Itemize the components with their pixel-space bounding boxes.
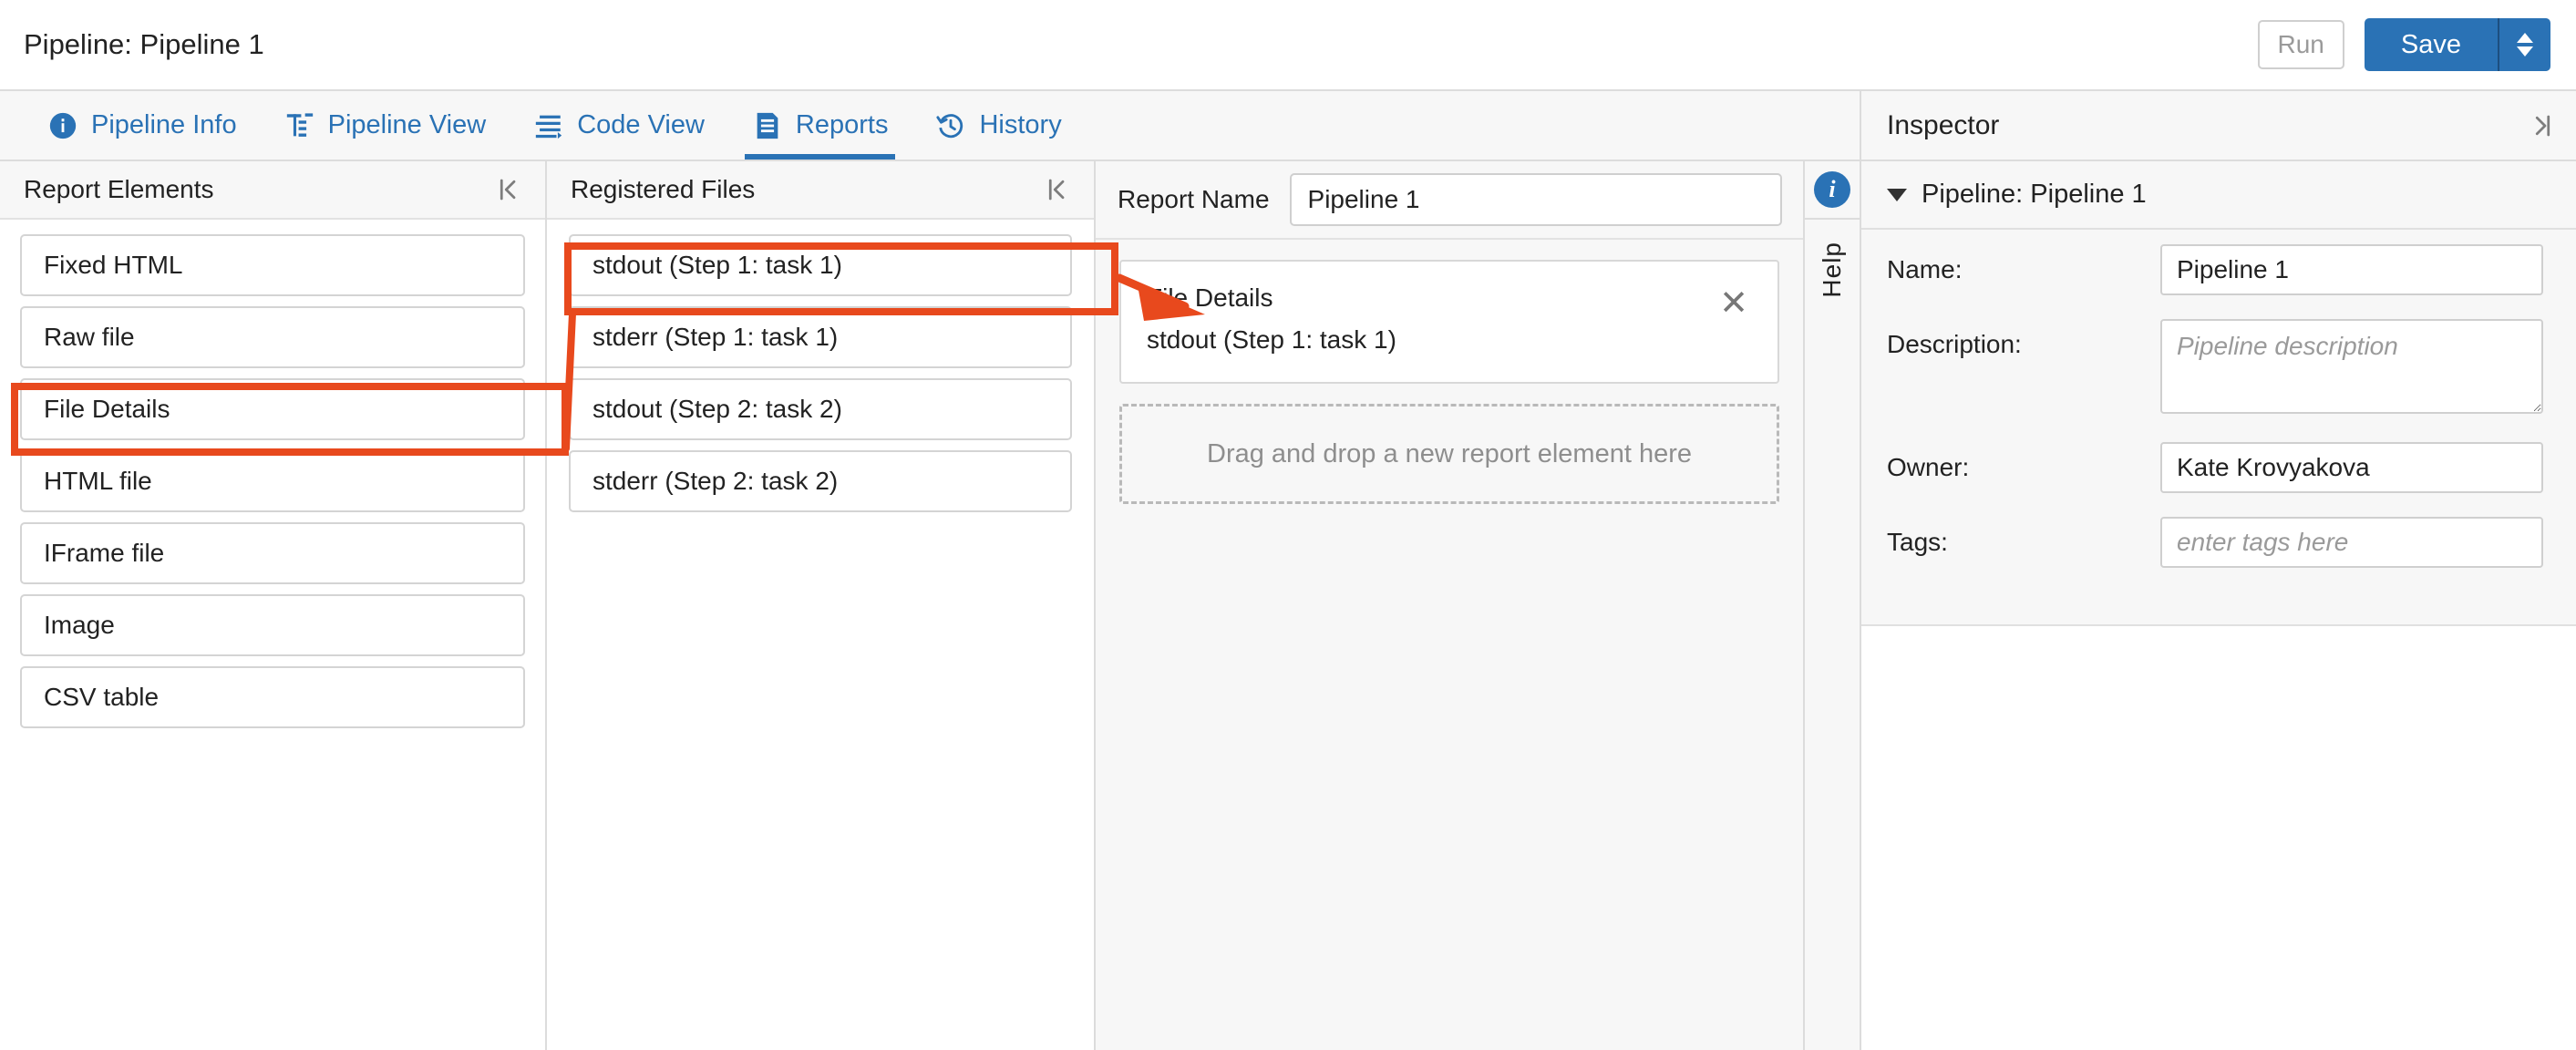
inspector-field-tags: Tags: [1887, 517, 2543, 568]
save-button-group: Save [2364, 18, 2550, 71]
registered-files-header: Registered Files [547, 161, 1094, 220]
field-control [2160, 319, 2543, 418]
code-lines-icon [533, 110, 564, 141]
tab-list: Pipeline Info Pipeline View Code View Re… [0, 91, 1860, 160]
report-canvas: File Details stdout (Step 1: task 1) ✕ D… [1096, 240, 1803, 1050]
report-element-file-details[interactable]: File Details [20, 378, 525, 440]
registered-file-stdout-step2[interactable]: stdout (Step 2: task 2) [569, 378, 1072, 440]
registered-files-title: Registered Files [571, 175, 756, 203]
inspector-section-toggle[interactable]: Pipeline: Pipeline 1 [1861, 161, 2576, 228]
report-card-title: File Details [1147, 283, 1273, 312]
registered-files-list: stdout (Step 1: task 1) stderr (Step 1: … [547, 220, 1094, 512]
inspector-panel: Pipeline: Pipeline 1 Name: Description: [1860, 161, 2576, 1050]
tab-label: History [979, 110, 1062, 139]
run-button[interactable]: Run [2257, 20, 2344, 69]
inspector-panel-header: Inspector [1860, 91, 2576, 160]
report-element-html-file[interactable]: HTML file [20, 450, 525, 512]
report-name-bar: Report Name [1096, 161, 1803, 240]
clock-history-icon [935, 110, 966, 141]
report-panel: Report Name File Details stdout (Step 1:… [1096, 161, 1803, 1050]
tab-history[interactable]: History [912, 91, 1085, 160]
report-elements-list: Fixed HTML Raw file File Details HTML fi… [0, 220, 545, 728]
field-label: Tags: [1887, 528, 1948, 556]
info-circle-icon [47, 110, 78, 141]
pipeline-tree-icon [284, 110, 315, 141]
tab-reports[interactable]: Reports [728, 91, 912, 160]
field-label: Owner: [1887, 453, 1970, 481]
save-button[interactable]: Save [2364, 18, 2498, 71]
inspector-section-title: Pipeline: Pipeline 1 [1922, 180, 2147, 209]
tab-label: Pipeline Info [91, 110, 237, 139]
report-card-subtitle: stdout (Step 1: task 1) [1147, 325, 1396, 354]
chevron-down-icon [1887, 188, 1907, 201]
report-element-fixed-html[interactable]: Fixed HTML [20, 234, 525, 296]
title-bar-actions: Run Save [2257, 18, 2550, 71]
field-control [2160, 244, 2543, 295]
tab-label: Pipeline View [327, 110, 487, 139]
report-card-file-details[interactable]: File Details stdout (Step 1: task 1) ✕ [1119, 260, 1779, 384]
help-info-button[interactable]: i [1804, 161, 1860, 220]
registered-file-stderr-step2[interactable]: stderr (Step 2: task 2) [569, 450, 1072, 512]
report-element-iframe-file[interactable]: IFrame file [20, 522, 525, 584]
description-textarea[interactable] [2160, 319, 2543, 414]
report-element-csv-table[interactable]: CSV table [20, 666, 525, 728]
tab-code-view[interactable]: Code View [510, 91, 728, 160]
inspector-section: Pipeline: Pipeline 1 [1861, 161, 2576, 230]
registered-files-panel: Registered Files stdout (Step 1: task 1)… [547, 161, 1096, 1050]
registered-file-stderr-step1[interactable]: stderr (Step 1: task 1) [569, 306, 1072, 368]
registered-file-stdout-step1[interactable]: stdout (Step 1: task 1) [569, 234, 1072, 296]
report-name-label: Report Name [1118, 185, 1270, 213]
owner-input[interactable] [2160, 442, 2543, 493]
inspector-fields: Name: Description: Owner: [1861, 230, 2576, 626]
help-tab[interactable]: Help [1818, 242, 1847, 298]
help-rail: i Help [1803, 161, 1860, 1050]
name-input[interactable] [2160, 244, 2543, 295]
tab-label: Code View [577, 110, 705, 139]
tab-bar: Pipeline Info Pipeline View Code View Re… [0, 91, 2576, 161]
field-control [2160, 442, 2543, 493]
report-dropzone[interactable]: Drag and drop a new report element here [1119, 404, 1779, 504]
report-elements-panel: Report Elements Fixed HTML Raw file File… [0, 161, 547, 1050]
field-label: Name: [1887, 255, 1963, 283]
inspector-title: Inspector [1887, 109, 2000, 140]
document-icon [752, 110, 783, 141]
save-dropdown-button[interactable] [2498, 18, 2550, 71]
collapse-left-icon[interactable] [1045, 176, 1072, 203]
updown-caret-icon [2517, 33, 2533, 57]
tags-input[interactable] [2160, 517, 2543, 568]
tab-label: Reports [795, 110, 889, 139]
main-body: Report Elements Fixed HTML Raw file File… [0, 161, 2576, 1050]
tab-pipeline-info[interactable]: Pipeline Info [24, 91, 261, 160]
title-bar: Pipeline: Pipeline 1 Run Save [0, 0, 2576, 91]
field-label: Description: [1887, 330, 2022, 358]
collapse-left-icon[interactable] [496, 176, 523, 203]
report-elements-header: Report Elements [0, 161, 545, 220]
page-title: Pipeline: Pipeline 1 [24, 28, 264, 60]
info-circle-icon: i [1814, 171, 1850, 208]
close-icon[interactable]: ✕ [1714, 283, 1754, 324]
report-element-image[interactable]: Image [20, 594, 525, 656]
tab-pipeline-view[interactable]: Pipeline View [261, 91, 510, 160]
field-control [2160, 517, 2543, 568]
pipeline-reports-app: Pipeline: Pipeline 1 Run Save Pipeline I… [0, 0, 2576, 1050]
inspector-field-name: Name: [1887, 244, 2543, 295]
collapse-right-icon[interactable] [2527, 112, 2554, 139]
report-name-input[interactable] [1289, 173, 1782, 226]
report-element-raw-file[interactable]: Raw file [20, 306, 525, 368]
inspector-field-owner: Owner: [1887, 442, 2543, 493]
report-elements-title: Report Elements [24, 175, 214, 203]
inspector-field-description: Description: [1887, 319, 2543, 418]
